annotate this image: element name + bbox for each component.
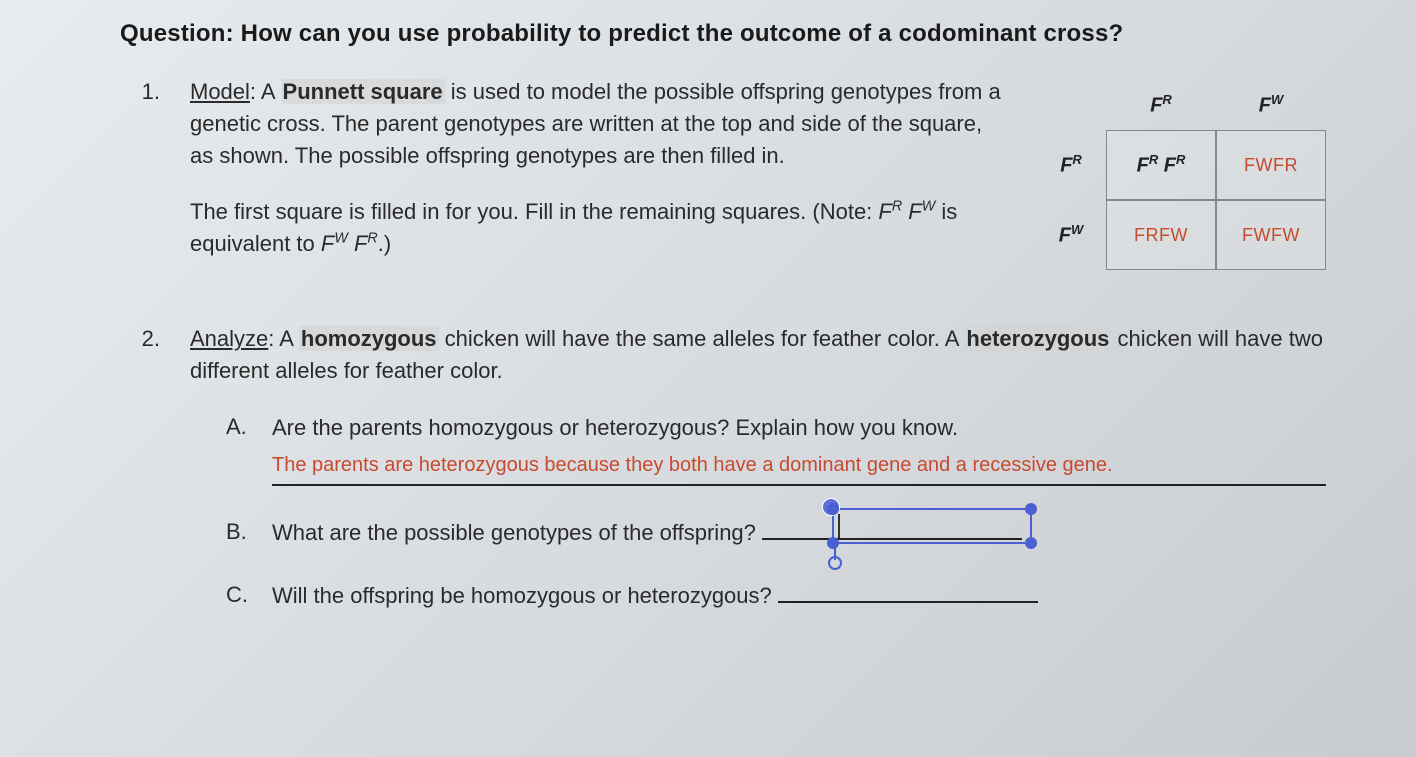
q2-number: 2. xyxy=(120,323,160,355)
resize-handle[interactable] xyxy=(1025,503,1037,515)
q1-body: Model: A Punnett square is used to model… xyxy=(190,76,1006,283)
punnett-cell-1-2[interactable]: FWFR xyxy=(1216,130,1326,200)
term-homozygous: homozygous xyxy=(299,326,439,351)
q2-heading: Analyze xyxy=(190,326,268,351)
punnett-cell-2-1[interactable]: FRFW xyxy=(1106,200,1216,270)
sub-b-prompt: What are the possible genotypes of the o… xyxy=(272,520,756,545)
question-title: Question: How can you use probability to… xyxy=(120,20,1326,48)
sub-c-prompt: Will the offspring be homozygous or hete… xyxy=(272,583,772,608)
q1-para2: The first square is filled in for you. F… xyxy=(190,196,1006,260)
resize-handle[interactable] xyxy=(1025,537,1037,549)
text-box-selection[interactable]: × xyxy=(832,508,1032,544)
question-1: 1. Model: A Punnett square is used to mo… xyxy=(120,76,1326,283)
punnett-square: FR FW FR FR FR FWFR FW FRFW FWFW xyxy=(1036,76,1326,270)
sub-question-a: A. Are the parents homozygous or heteroz… xyxy=(226,411,1326,486)
q2-body: Analyze: A homozygous chicken will have … xyxy=(190,323,1326,642)
sub-question-list: A. Are the parents homozygous or heteroz… xyxy=(190,411,1326,612)
sub-question-c: C. Will the offspring be homozygous or h… xyxy=(226,579,1326,612)
q1-para1: Model: A Punnett square is used to model… xyxy=(190,76,1006,172)
worksheet-page: Question: How can you use probability to… xyxy=(0,0,1416,674)
punnett-cell-2-2[interactable]: FWFW xyxy=(1216,200,1326,270)
question-2: 2. Analyze: A homozygous chicken will ha… xyxy=(120,323,1326,642)
q1-heading: Model xyxy=(190,79,250,104)
sub-question-b: B. What are the possible genotypes of th… xyxy=(226,516,1326,549)
punnett-row-1: FR xyxy=(1060,152,1082,178)
q2-para: Analyze: A homozygous chicken will have … xyxy=(190,323,1326,387)
punnett-col-2: FW xyxy=(1259,92,1284,118)
resize-handle[interactable] xyxy=(827,537,839,549)
answer-blank[interactable] xyxy=(778,581,1038,603)
genotype-fwfr: FW FR xyxy=(321,231,378,256)
genotype-frfw: FR FW xyxy=(878,199,935,224)
text-caret xyxy=(838,514,840,538)
punnett-row-2: FW xyxy=(1059,222,1084,248)
sub-a-answer[interactable]: The parents are heterozygous because the… xyxy=(272,450,1326,480)
answer-line xyxy=(272,484,1326,486)
q1-number: 1. xyxy=(120,76,160,108)
punnett-cell-1-1[interactable]: FR FR xyxy=(1106,130,1216,200)
term-heterozygous: heterozygous xyxy=(964,326,1111,351)
punnett-col-1: FR xyxy=(1150,92,1172,118)
term-punnett-square: Punnett square xyxy=(281,79,445,104)
sub-a-prompt: Are the parents homozygous or heterozygo… xyxy=(272,415,958,440)
rotate-handle[interactable] xyxy=(828,556,842,570)
